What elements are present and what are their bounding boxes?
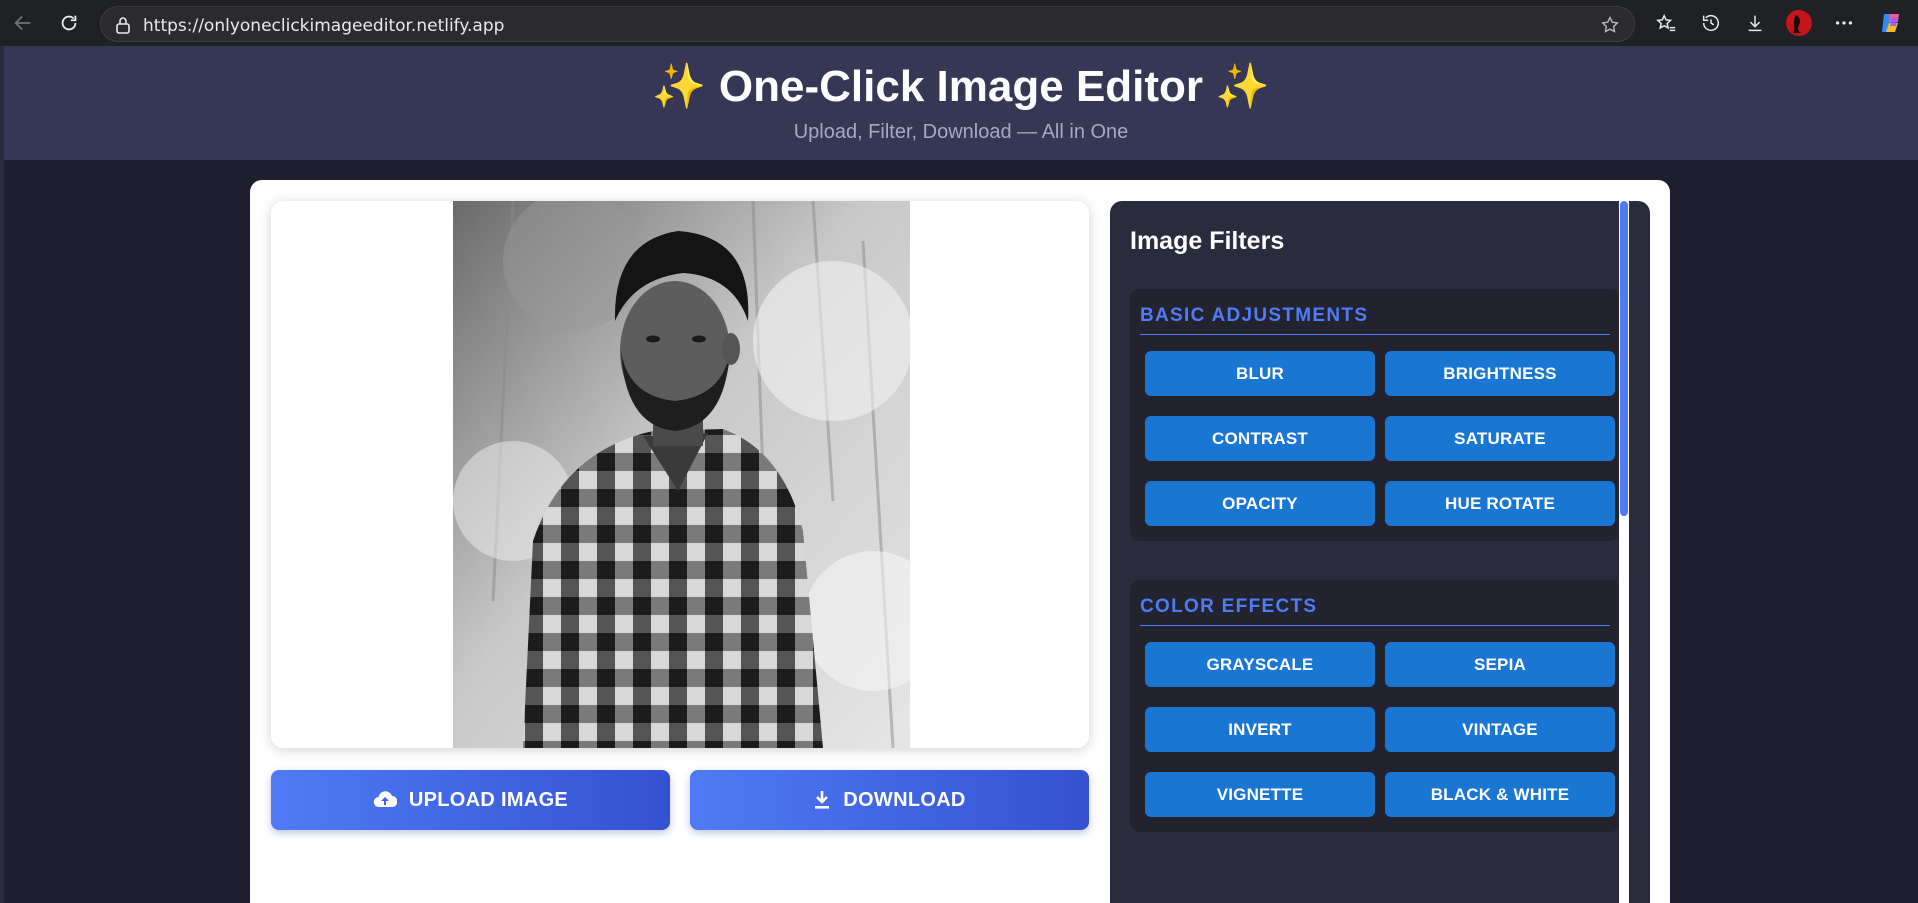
- filter-button-brightness[interactable]: BRIGHTNESS: [1385, 351, 1615, 396]
- browser-toolbar: https://onlyoneclickimageeditor.netlify.…: [0, 0, 1918, 46]
- filters-title: Image Filters: [1130, 227, 1285, 255]
- page-title: ✨ One-Click Image Editor ✨: [651, 62, 1271, 111]
- filter-button-vintage[interactable]: VINTAGE: [1385, 707, 1615, 752]
- filter-button-black-white[interactable]: BLACK & WHITE: [1385, 772, 1615, 817]
- upload-image-button[interactable]: UPLOAD IMAGE: [271, 770, 670, 830]
- filter-group-title: COLOR EFFECTS: [1140, 596, 1318, 617]
- filter-button-contrast[interactable]: CONTRAST: [1145, 416, 1375, 461]
- group-divider: [1140, 625, 1610, 626]
- back-button[interactable]: [10, 10, 36, 36]
- filter-button-saturate[interactable]: SATURATE: [1385, 416, 1615, 461]
- downloads-icon[interactable]: [1741, 9, 1769, 37]
- filters-panel[interactable]: Image Filters BASIC ADJUSTMENTS BLUR BRI…: [1110, 201, 1650, 903]
- favorite-star-icon[interactable]: [1600, 15, 1620, 40]
- filter-button-blur[interactable]: BLUR: [1145, 351, 1375, 396]
- app-header: ✨ One-Click Image Editor ✨ Upload, Filte…: [4, 46, 1918, 160]
- filter-group-basic-adjustments: BASIC ADJUSTMENTS BLUR BRIGHTNESS CONTRA…: [1130, 289, 1620, 541]
- more-options-icon[interactable]: [1830, 9, 1858, 37]
- filter-button-sepia[interactable]: SEPIA: [1385, 642, 1615, 687]
- filter-group-color-effects: COLOR EFFECTS GRAYSCALE SEPIA INVERT VIN…: [1130, 580, 1620, 832]
- upload-image-label: UPLOAD IMAGE: [408, 788, 569, 811]
- copilot-icon[interactable]: [1877, 9, 1905, 37]
- cloud-upload-icon: [373, 791, 397, 808]
- filter-button-grayscale[interactable]: GRAYSCALE: [1145, 642, 1375, 687]
- editor-card: UPLOAD IMAGE DOWNLOAD Image Filters BASI…: [250, 180, 1670, 903]
- image-preview: [271, 201, 1089, 748]
- filter-button-invert[interactable]: INVERT: [1145, 707, 1375, 752]
- history-icon[interactable]: [1697, 9, 1725, 37]
- group-divider: [1140, 334, 1610, 335]
- download-icon: [815, 791, 830, 809]
- favorites-icon[interactable]: [1652, 9, 1680, 37]
- filter-button-vignette[interactable]: VIGNETTE: [1145, 772, 1375, 817]
- reload-icon: [61, 15, 77, 31]
- profile-avatar[interactable]: [1785, 9, 1813, 37]
- scrollbar-thumb[interactable]: [1620, 201, 1628, 516]
- filters-scrollbar[interactable]: [1619, 201, 1629, 903]
- download-button[interactable]: DOWNLOAD: [690, 770, 1089, 830]
- preview-image: [453, 201, 910, 748]
- back-arrow-icon: [14, 15, 31, 31]
- filter-group-title: BASIC ADJUSTMENTS: [1140, 305, 1369, 326]
- page-edge: [0, 46, 4, 903]
- filter-button-opacity[interactable]: OPACITY: [1145, 481, 1375, 526]
- page-subtitle: Upload, Filter, Download — All in One: [793, 121, 1129, 143]
- reload-button[interactable]: [56, 10, 82, 36]
- url-text[interactable]: https://onlyoneclickimageeditor.netlify.…: [143, 16, 504, 36]
- address-bar[interactable]: https://onlyoneclickimageeditor.netlify.…: [100, 6, 1635, 42]
- filter-button-hue-rotate[interactable]: HUE ROTATE: [1385, 481, 1615, 526]
- download-label: DOWNLOAD: [843, 788, 966, 811]
- lock-icon[interactable]: [115, 16, 131, 39]
